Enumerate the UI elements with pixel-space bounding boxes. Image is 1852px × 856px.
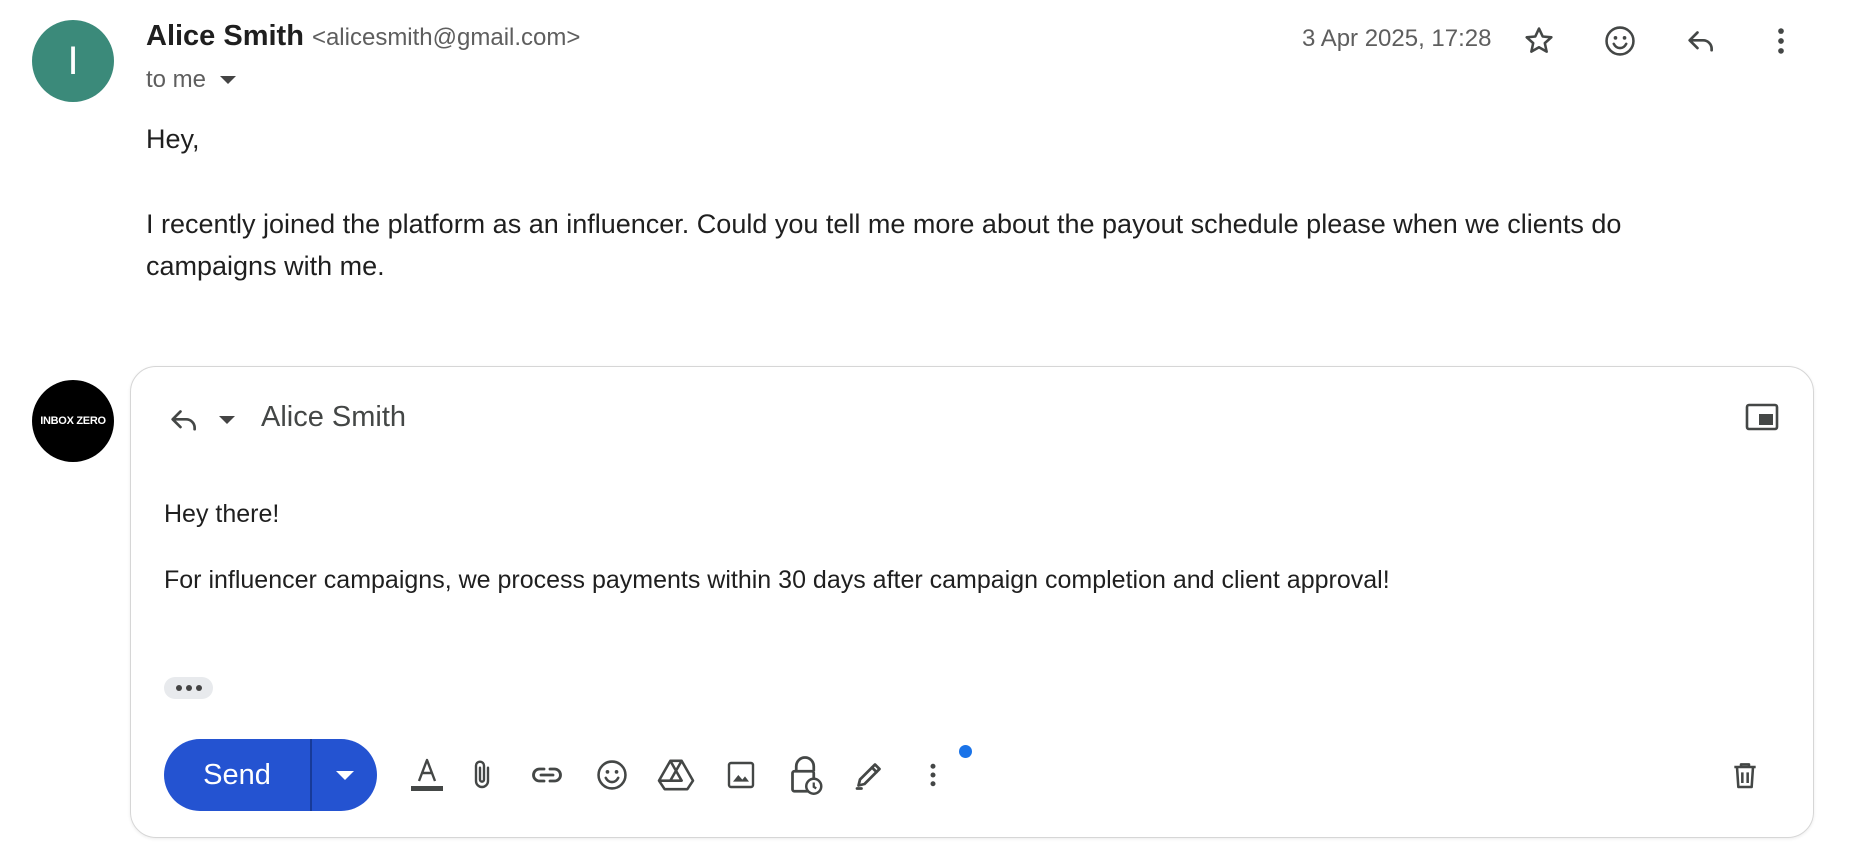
drive-icon[interactable]	[650, 747, 702, 803]
compose-paragraph: For influencer campaigns, we process pay…	[164, 566, 1390, 594]
message-header: Alice Smith <alicesmith@gmail.com>	[146, 20, 580, 53]
emoji-icon[interactable]	[586, 747, 638, 803]
confidential-lock-icon[interactable]	[779, 747, 831, 803]
dot	[195, 685, 202, 691]
pop-out-reply-icon[interactable]	[1745, 403, 1779, 431]
sender-avatar[interactable]: I	[32, 20, 114, 102]
sender-email: <alicesmith@gmail.com>	[311, 24, 581, 51]
attach-icon[interactable]	[456, 747, 508, 803]
star-icon[interactable]	[1514, 16, 1564, 66]
more-vert-icon[interactable]	[1756, 16, 1806, 66]
email-thread: I Alice Smith <alicesmith@gmail.com> to …	[0, 0, 1852, 856]
chevron-down-icon[interactable]	[220, 76, 237, 84]
show-trimmed-content-button[interactable]	[164, 677, 213, 699]
signature-pen-icon[interactable]	[843, 747, 895, 803]
recipient-details-toggle[interactable]: to me	[146, 66, 237, 94]
compose-greeting: Hey there!	[164, 500, 280, 528]
recipient-field[interactable]: Alice Smith	[261, 401, 406, 434]
emoji-icon[interactable]	[1595, 16, 1645, 66]
sender-name[interactable]: Alice Smith	[146, 20, 304, 53]
avatar-letter: I	[67, 38, 79, 83]
image-icon[interactable]	[715, 747, 767, 803]
compose-body[interactable]: Hey there! For influencer campaigns, we …	[164, 497, 1764, 597]
trash-icon[interactable]	[1719, 747, 1771, 803]
send-button-group: Send	[164, 739, 377, 811]
chevron-down-icon	[335, 770, 354, 780]
link-icon[interactable]	[521, 747, 573, 803]
message-timestamp: 3 Apr 2025, 17:28	[1302, 25, 1492, 52]
send-options-button[interactable]	[310, 739, 377, 811]
dot	[185, 685, 192, 691]
reply-icon[interactable]	[1676, 16, 1726, 66]
reply-composer: Alice Smith Hey there! For influencer ca…	[130, 366, 1814, 838]
avatar-logo-text: INBOX ZERO	[40, 415, 106, 427]
format-text-icon[interactable]	[401, 747, 453, 803]
dot	[175, 685, 182, 691]
send-button[interactable]: Send	[164, 739, 310, 811]
reply-type-menu[interactable]	[167, 403, 235, 437]
more-options-icon[interactable]	[907, 747, 959, 803]
message-paragraph: I recently joined the platform as an inf…	[146, 209, 1622, 281]
reply-icon	[167, 403, 201, 437]
message-body: Hey, I recently joined the platform as a…	[146, 118, 1746, 287]
user-avatar[interactable]: INBOX ZERO	[32, 380, 114, 462]
notification-dot	[959, 745, 972, 758]
chevron-down-icon	[219, 416, 235, 424]
message-greeting: Hey,	[146, 124, 200, 154]
to-label: to me	[146, 66, 207, 93]
